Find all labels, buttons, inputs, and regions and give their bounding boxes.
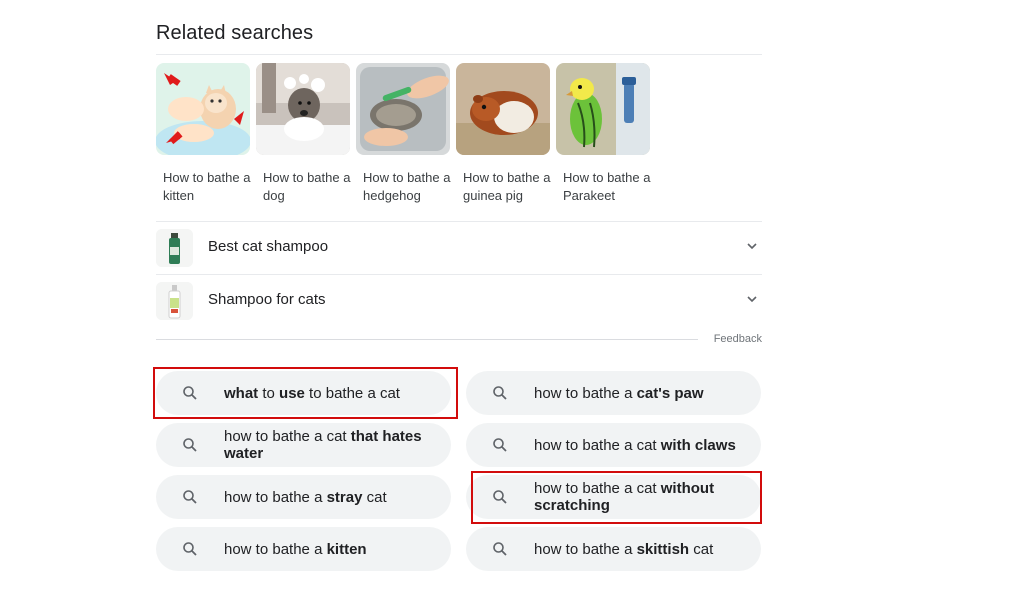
query-emphasis: use [279,384,305,402]
query-segment: how to bathe a cat [534,436,661,454]
query-emphasis: skittish [636,540,690,558]
thumbnail-image [556,63,650,155]
query-segment: how to bathe a cat [224,428,351,445]
expandable-shampoo-for-cats[interactable]: Shampoo for cats [156,275,762,327]
search-suggestion-chip[interactable]: how to bathe a stray cat [156,475,451,519]
query-emphasis: cat's paw [636,384,704,402]
search-icon [182,489,198,505]
query-segment: how to bathe a cat [534,480,661,497]
query-emphasis: with claws [660,436,736,454]
chip-text: what to use to bathe a cat [224,371,433,415]
tile-label: How to bathe a kitten [163,170,251,203]
tile-bathe-kitten[interactable]: How to bathe a kitten [156,63,250,205]
query-segment: cat [362,488,387,506]
query-emphasis: what [224,384,259,402]
search-suggestion-chip[interactable]: how to bathe a cat without scratching [466,475,761,519]
query-emphasis: stray [326,488,363,506]
search-suggestion-chip[interactable]: what to use to bathe a cat [156,371,451,415]
divider [156,339,698,340]
search-icon [182,437,198,453]
tile-label: How to bathe a Parakeet [563,170,651,203]
chip-query-text: how to bathe a cat's paw [534,385,704,402]
query-segment: cat [689,540,714,558]
search-icon [182,385,198,401]
chip-query-text: how to bathe a kitten [224,541,367,558]
chip-text: how to bathe a kitten [224,527,433,571]
tile-label: How to bathe a dog [263,170,351,203]
search-suggestion-chip[interactable]: how to bathe a skittish cat [466,527,761,571]
query-emphasis: kitten [326,540,367,558]
query-segment: how to bathe a [534,384,637,402]
search-icon [492,437,508,453]
chevron-down-icon [746,293,758,305]
thumbnail-image [256,63,350,155]
expandable-label: Best cat shampoo [208,238,329,255]
expandable-label: Shampoo for cats [208,291,326,308]
chip-text: how to bathe a cat without scratching [534,475,743,519]
related-searches-title: Related searches [156,22,314,44]
tile-bathe-guinea-pig[interactable]: How to bathe a guinea pig [456,63,550,205]
chip-query-text: how to bathe a cat that hates water [224,428,433,462]
tile-bathe-parakeet[interactable]: How to bathe a Parakeet [556,63,650,205]
expandable-best-cat-shampoo[interactable]: Best cat shampoo [156,222,762,274]
search-icon [182,541,198,557]
feedback-link[interactable]: Feedback [714,333,762,345]
chip-text: how to bathe a skittish cat [534,527,743,571]
chevron-down-icon [746,240,758,252]
chip-query-text: how to bathe a cat with claws [534,437,736,454]
search-suggestion-chip[interactable]: how to bathe a kitten [156,527,451,571]
search-suggestion-chip[interactable]: how to bathe a cat's paw [466,371,761,415]
search-icon [492,385,508,401]
chip-query-text: what to use to bathe a cat [224,385,400,402]
chip-query-text: how to bathe a cat without scratching [534,480,743,514]
search-icon [492,541,508,557]
query-segment: how to bathe a [534,540,637,558]
chip-text: how to bathe a cat with claws [534,423,743,467]
chip-text: how to bathe a cat that hates water [224,423,433,467]
tile-bathe-dog[interactable]: How to bathe a dog [256,63,350,205]
thumbnail-image [356,63,450,155]
divider [156,54,762,55]
query-segment: how to bathe a [224,488,327,506]
tile-label: How to bathe a hedgehog [363,170,451,203]
tile-bathe-hedgehog[interactable]: How to bathe a hedgehog [356,63,450,205]
query-segment: to [258,384,280,402]
search-suggestion-chip[interactable]: how to bathe a cat with claws [466,423,761,467]
thumbnail-image [456,63,550,155]
product-thumbnail [156,282,193,320]
chip-text: how to bathe a cat's paw [534,371,743,415]
chip-text: how to bathe a stray cat [224,475,433,519]
chip-query-text: how to bathe a stray cat [224,489,387,506]
chip-query-text: how to bathe a skittish cat [534,541,713,558]
related-image-carousel: How to bathe a kitten How to bathe a dog [156,63,762,213]
search-suggestion-chip[interactable]: how to bathe a cat that hates water [156,423,451,467]
search-icon [492,489,508,505]
query-segment: how to bathe a [224,540,327,558]
product-thumbnail [156,229,193,267]
thumbnail-image [156,63,250,155]
query-segment: to bathe a cat [304,384,400,402]
tile-label: How to bathe a guinea pig [463,170,551,203]
